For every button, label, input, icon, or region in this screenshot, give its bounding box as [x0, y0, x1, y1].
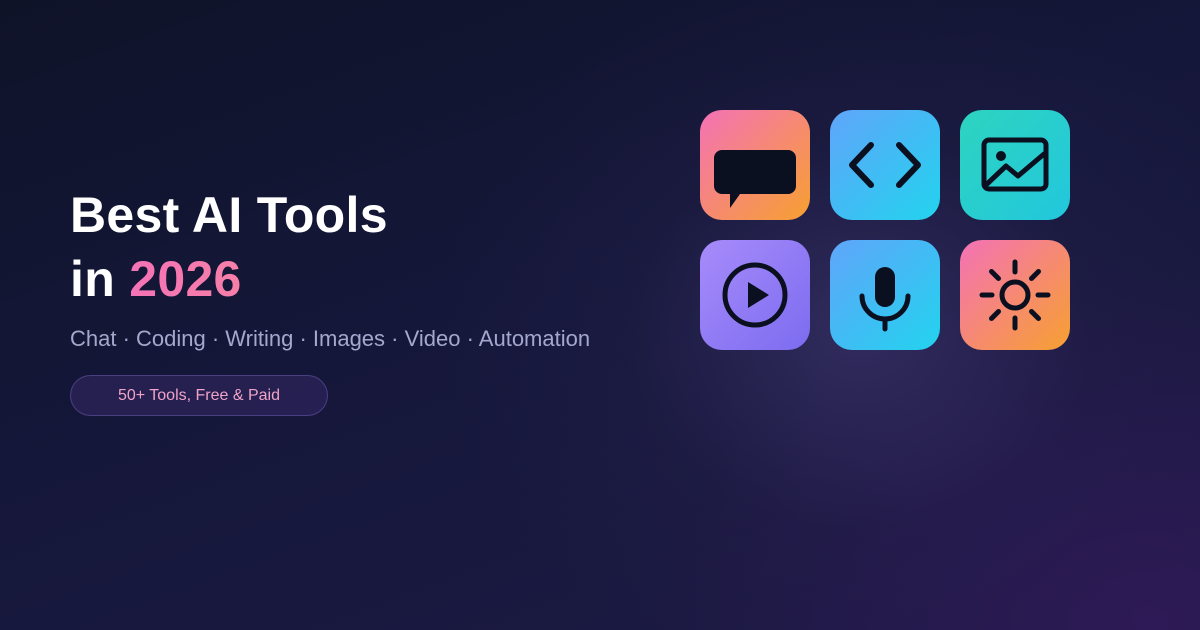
- title-line-1: Best AI Tools: [70, 187, 388, 243]
- tools-count-badge[interactable]: 50+ Tools, Free & Paid: [70, 375, 328, 416]
- page-title: Best AI Tools in 2026: [70, 183, 630, 311]
- title-line-2: in 2026: [70, 247, 630, 311]
- sun-icon: [960, 240, 1070, 350]
- hero: Best AI Tools in 2026 Chat · Coding · Wr…: [70, 183, 630, 353]
- video-play-icon: [700, 240, 810, 350]
- image-tile[interactable]: [960, 110, 1070, 220]
- category-list: Chat · Coding · Writing · Images · Video…: [70, 326, 591, 351]
- title-year: 2026: [129, 251, 242, 307]
- audio-tile[interactable]: [830, 240, 940, 350]
- tool-icon-grid: [700, 110, 1070, 350]
- chat-tile[interactable]: [700, 110, 810, 220]
- chat-icon: [700, 110, 810, 220]
- video-tile[interactable]: [700, 240, 810, 350]
- microphone-icon: [830, 240, 940, 350]
- title-in-text: in: [70, 251, 130, 307]
- code-icon: [830, 110, 940, 220]
- automation-tile[interactable]: [960, 240, 1070, 350]
- code-tile[interactable]: [830, 110, 940, 220]
- image-icon: [960, 110, 1070, 220]
